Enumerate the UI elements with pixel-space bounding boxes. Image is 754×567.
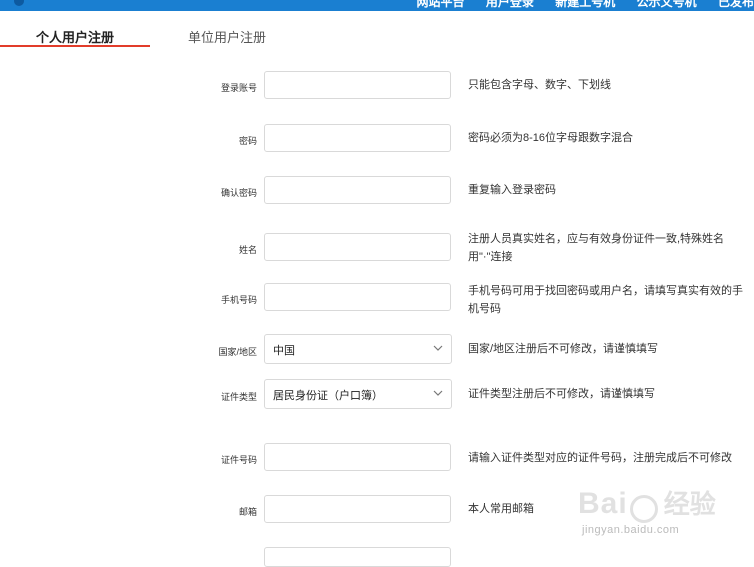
next-field-partial[interactable] xyxy=(264,547,451,567)
login-field[interactable] xyxy=(264,71,451,99)
logo-icon xyxy=(14,0,24,6)
password-input[interactable] xyxy=(265,125,450,151)
country-select[interactable]: 中国 xyxy=(264,334,452,364)
phone-hint-line-1: 手机号码可用于找回密码或用户名，请填写真实有效的手 xyxy=(468,285,743,297)
tab-organization-registration[interactable]: 单位用户注册 xyxy=(188,27,266,46)
email-input[interactable] xyxy=(265,496,450,522)
id-type-label: 证件类型 xyxy=(220,392,257,402)
top-nav-link[interactable]: 新建工号机 xyxy=(555,0,615,9)
paw-icon xyxy=(629,494,658,523)
chevron-down-icon xyxy=(433,390,443,396)
id-type-selected-value: 居民身份证（户口簿） xyxy=(273,390,383,402)
id-type-select[interactable]: 居民身份证（户口簿） xyxy=(264,379,452,409)
login-hint: 只能包含字母、数字、下划线 xyxy=(468,79,611,91)
email-label: 邮箱 xyxy=(238,507,257,517)
country-label: 国家/地区 xyxy=(218,347,257,357)
name-hint-line-1: 注册人员真实姓名，应与有效身份证件一致,特殊姓名 xyxy=(468,233,725,245)
top-nav-link[interactable]: 已发布 xyxy=(718,0,754,9)
name-label: 姓名 xyxy=(238,245,257,255)
password-hint: 密码必须为8-16位字母跟数字混合 xyxy=(468,132,634,144)
top-nav-links: 网站平台 用户登录 新建工号机 公示文号机 已发布 xyxy=(399,0,754,10)
confirm-password-label: 确认密码 xyxy=(220,188,257,198)
phone-field[interactable] xyxy=(264,283,451,311)
id-type-hint: 证件类型注册后不可修改，请谨慎填写 xyxy=(468,388,655,400)
phone-hint-line-2: 机号码 xyxy=(468,303,501,315)
email-hint: 本人常用邮箱 xyxy=(468,503,534,515)
email-field[interactable] xyxy=(264,495,451,523)
login-input[interactable] xyxy=(265,72,450,98)
password-label: 密码 xyxy=(238,136,257,146)
confirm-password-hint: 重复输入登录密码 xyxy=(468,184,556,196)
watermark-url: jingyan.baidu.com xyxy=(582,524,680,536)
password-field[interactable] xyxy=(264,124,451,152)
name-input[interactable] xyxy=(265,234,450,260)
top-nav-link[interactable]: 公示文号机 xyxy=(637,0,697,9)
phone-label: 手机号码 xyxy=(220,295,257,305)
id-number-label: 证件号码 xyxy=(220,455,257,465)
name-field[interactable] xyxy=(264,233,451,261)
country-selected-value: 中国 xyxy=(273,345,295,357)
country-hint: 国家/地区注册后不可修改，请谨慎填写 xyxy=(468,343,659,355)
confirm-password-field[interactable] xyxy=(264,176,451,204)
confirm-password-input[interactable] xyxy=(265,177,450,203)
phone-input[interactable] xyxy=(265,284,450,310)
top-navigation-bar: 网站平台 用户登录 新建工号机 公示文号机 已发布 xyxy=(0,0,754,11)
top-nav-link[interactable]: 网站平台 xyxy=(417,0,465,9)
tab-personal-registration[interactable]: 个人用户注册 xyxy=(0,27,150,46)
watermark-brand-right: 经验 xyxy=(663,489,716,519)
id-number-input[interactable] xyxy=(265,444,450,470)
name-hint-line-2: 用"·"连接 xyxy=(468,251,513,263)
id-number-hint: 请输入证件类型对应的证件号码，注册完成后不可修改 xyxy=(468,452,732,464)
active-tab-indicator xyxy=(0,45,150,47)
id-number-field[interactable] xyxy=(264,443,451,471)
chevron-down-icon xyxy=(433,345,443,351)
watermark-brand-left: Bai xyxy=(578,487,628,520)
login-label: 登录账号 xyxy=(220,83,257,93)
baidu-jingyan-watermark: Bai 经验 jingyan.baidu.com xyxy=(578,484,728,544)
top-nav-link[interactable]: 用户登录 xyxy=(486,0,534,9)
